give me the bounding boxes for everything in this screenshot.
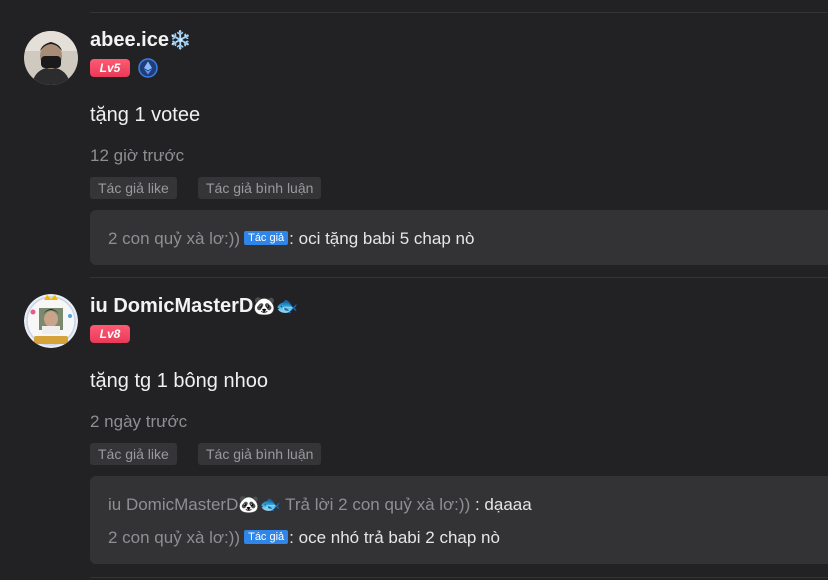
reply-text: : dạaaa (474, 495, 532, 514)
author-like-tag: Tác giả like (90, 177, 177, 199)
comment-time: 2 ngày trước (90, 412, 188, 431)
comment-text: tặng tg 1 bông nhoo (90, 370, 268, 392)
avatar[interactable] (24, 294, 78, 348)
author-comment-tag: Tác giả bình luận (198, 443, 322, 465)
username-text: abee.ice (90, 29, 169, 51)
author-like-tag: Tác giả like (90, 443, 177, 465)
reply-user[interactable]: 2 con quỷ xà lơ:)) (108, 229, 240, 248)
reply-user[interactable]: iu DomicMasterD🐼🐟 (108, 495, 281, 514)
comment-time: 12 giờ trước (90, 146, 185, 165)
username-text: iu DomicMasterD (90, 295, 254, 317)
level-badge: Lv5 (90, 59, 130, 77)
reply-item[interactable]: iu DomicMasterD🐼🐟 Trả lời 2 con quỷ xà l… (108, 495, 532, 515)
author-badge: Tác giả (244, 530, 289, 544)
username[interactable]: iu DomicMasterD🐼🐟 (90, 295, 298, 318)
reply-user[interactable]: 2 con quỷ xà lơ:)) (108, 528, 240, 547)
reply-box: 2 con quỷ xà lơ:)) Tác giả: oci tặng babi… (90, 210, 828, 265)
username[interactable]: abee.ice❄️ (90, 29, 191, 52)
reply-item[interactable]: 2 con quỷ xà lơ:)) Tác giả: oce nhó trả b… (108, 528, 500, 548)
comment-text: tặng 1 votee (90, 104, 201, 126)
level-badge: Lv8 (90, 325, 130, 343)
top-divider (90, 12, 828, 13)
panda-fish-icon: 🐼🐟 (253, 296, 299, 317)
avatar[interactable] (24, 31, 78, 85)
reply-to-label[interactable]: Trả lời 2 con quỷ xà lơ:)) (285, 495, 470, 514)
reply-box: iu DomicMasterD🐼🐟 Trả lời 2 con quỷ xà l… (90, 476, 828, 564)
reply-item[interactable]: 2 con quỷ xà lơ:)) Tác giả: oci tặng babi… (108, 229, 474, 249)
author-comment-tag: Tác giả bình luận (198, 177, 322, 199)
comment-divider (90, 277, 828, 278)
ethereum-diamond-icon (138, 58, 158, 78)
snowflake-icon: ❄️ (168, 30, 192, 51)
reply-text: : oce nhó trả babi 2 chap nò (289, 528, 500, 547)
author-badge: Tác giả (244, 231, 289, 245)
reply-text: : oci tặng babi 5 chap nò (289, 229, 475, 248)
comment-divider (90, 577, 828, 578)
